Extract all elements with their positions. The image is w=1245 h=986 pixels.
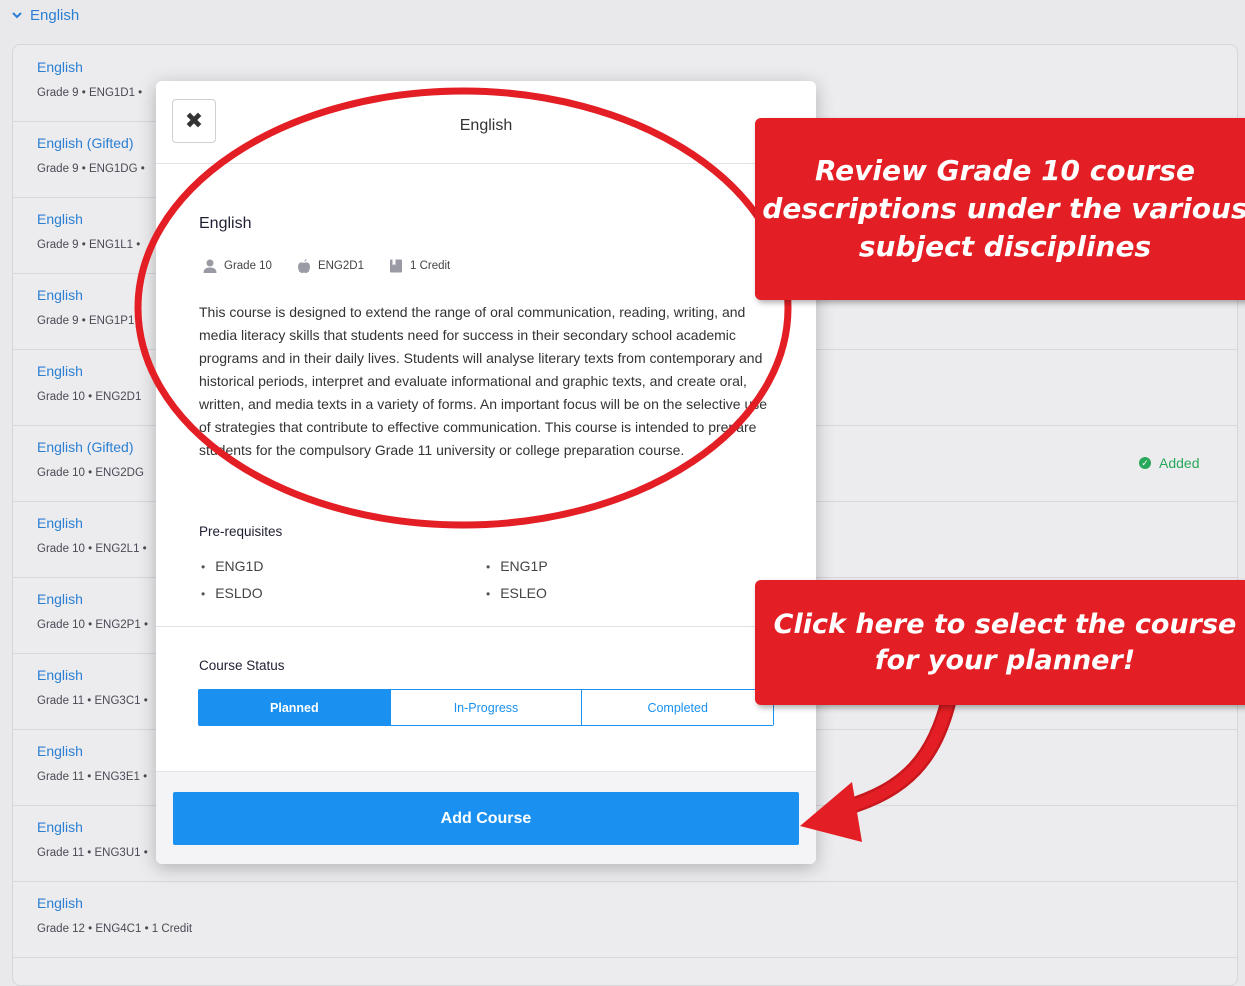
person-icon (203, 259, 217, 273)
course-detail-modal: ✖ English English Grade 10 ENG2D1 1 Cred… (156, 81, 816, 864)
course-meta: Grade 9 • ENG1DG • (37, 163, 145, 175)
course-title: English (199, 215, 252, 232)
prereq-title: Pre-requisites (199, 524, 283, 539)
callout-line: descriptions under the various (762, 192, 1245, 225)
book-icon (389, 259, 402, 273)
course-meta: Grade 12 • ENG4C1 • 1 Credit (37, 923, 193, 935)
status-option-in-progress[interactable]: In-Progress (390, 690, 583, 725)
modal-footer: Add Course (156, 771, 816, 864)
course-credit: 1 Credit (409, 260, 451, 272)
course-name[interactable]: English (37, 211, 83, 227)
status-option-planned[interactable]: Planned (199, 690, 391, 725)
course-name[interactable]: English (37, 743, 83, 759)
course-name[interactable]: English (Gifted) (37, 135, 133, 151)
course-row[interactable]: English Grade 12 • ENG4C1 • 1 Credit (13, 881, 1237, 958)
course-name[interactable]: English (37, 515, 83, 531)
course-name[interactable]: English (37, 363, 83, 379)
callout-review-descriptions: Review Grade 10 course descriptions unde… (755, 118, 1245, 300)
course-name[interactable]: English (37, 59, 83, 75)
course-status-selector: Planned In-Progress Completed (198, 689, 774, 726)
course-meta: Grade 10 • ENG2D1 (37, 391, 142, 403)
added-status-badge: ✓ Added (1139, 455, 1199, 471)
section-label: English (30, 6, 80, 24)
added-label: Added (1159, 455, 1200, 471)
course-description: This course is designed to extend the ra… (199, 304, 768, 458)
course-meta-row: Grade 10 ENG2D1 1 Credit (202, 258, 450, 274)
course-meta: Grade 10 • ENG2DG (37, 467, 144, 479)
callout-click-here: Click here to select the course for your… (755, 580, 1245, 705)
status-option-completed[interactable]: Completed (582, 690, 774, 725)
prereq-item: ESLDO (201, 585, 262, 601)
callout-line: for your planner! (874, 644, 1136, 676)
course-meta: Grade 11 • ENG3U1 • (37, 847, 148, 859)
modal-header: ✖ English (156, 81, 816, 164)
prereq-item: ENG1D (201, 558, 263, 574)
callout-line: subject disciplines (858, 230, 1152, 263)
course-meta: Grade 9 • ENG1L1 • (37, 239, 141, 251)
apple-icon (297, 259, 310, 273)
callout-line: Click here to select the course (773, 608, 1237, 640)
divider (156, 626, 816, 627)
course-grade: Grade 10 (224, 260, 272, 272)
callout-line: Review Grade 10 course (814, 154, 1196, 187)
course-meta: Grade 9 • ENG1P1 • (37, 315, 142, 327)
prereq-item: ESLEO (486, 585, 547, 601)
chevron-down-icon (12, 12, 22, 19)
course-name[interactable]: English (37, 895, 83, 911)
modal-title: English (459, 117, 513, 134)
course-name[interactable]: English (37, 819, 83, 835)
course-name[interactable]: English (37, 287, 83, 303)
course-meta: Grade 11 • ENG3E1 • (37, 771, 148, 783)
course-name[interactable]: English (Gifted) (37, 439, 133, 455)
course-name[interactable]: English (37, 667, 83, 683)
course-meta: Grade 10 • ENG2L1 • (37, 543, 147, 555)
prereq-item: ENG1P (486, 558, 547, 574)
check-circle-icon: ✓ (1139, 457, 1151, 469)
course-meta: Grade 11 • ENG3C1 • (37, 695, 148, 707)
course-meta: Grade 10 • ENG2P1 • (37, 619, 148, 631)
course-code: ENG2D1 (317, 260, 364, 272)
add-course-button[interactable]: Add Course (173, 792, 799, 845)
course-name[interactable]: English (37, 591, 83, 607)
course-meta: Grade 9 • ENG1D1 • (37, 87, 143, 99)
course-status-title: Course Status (199, 658, 285, 673)
section-toggle-english[interactable]: English (12, 4, 79, 26)
